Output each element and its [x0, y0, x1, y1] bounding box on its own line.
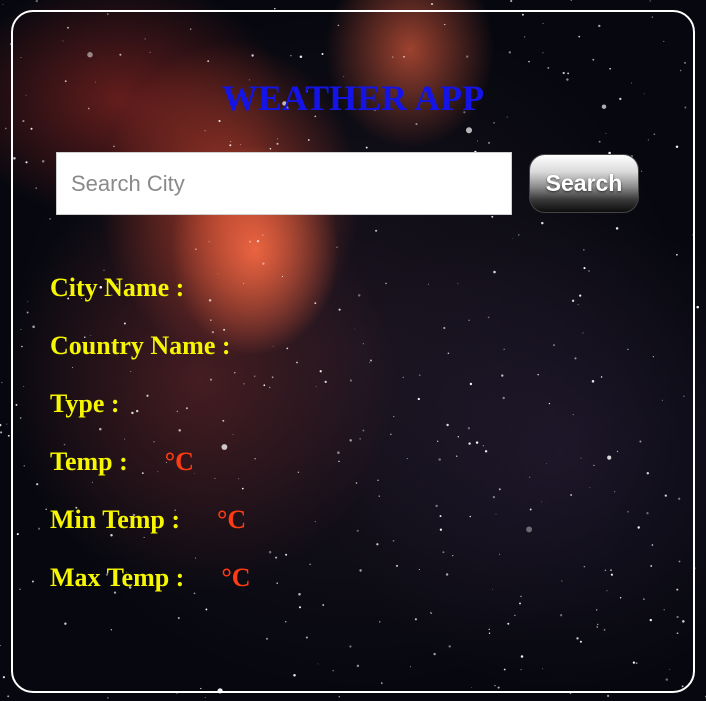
max-temp-unit: °C — [221, 563, 251, 592]
max-temp-label: Max Temp : — [50, 563, 185, 592]
city-name-row: City Name : — [50, 273, 184, 303]
min-temp-unit: °C — [217, 505, 247, 534]
temp-row: Temp : °C — [50, 447, 194, 477]
max-temp-row: Max Temp : °C — [50, 563, 251, 593]
country-name-label: Country Name : — [50, 331, 231, 360]
app-title: WEATHER APP — [221, 78, 485, 118]
search-button[interactable]: Search — [529, 154, 639, 213]
temp-unit: °C — [164, 447, 194, 476]
temp-label: Temp : — [50, 447, 128, 476]
min-temp-row: Min Temp : °C — [50, 505, 246, 535]
city-name-label: City Name : — [50, 273, 185, 302]
search-city-input[interactable] — [56, 152, 512, 215]
min-temp-label: Min Temp : — [50, 505, 181, 534]
country-name-row: Country Name : — [50, 331, 231, 361]
type-label: Type : — [50, 389, 120, 418]
type-row: Type : — [50, 389, 120, 419]
